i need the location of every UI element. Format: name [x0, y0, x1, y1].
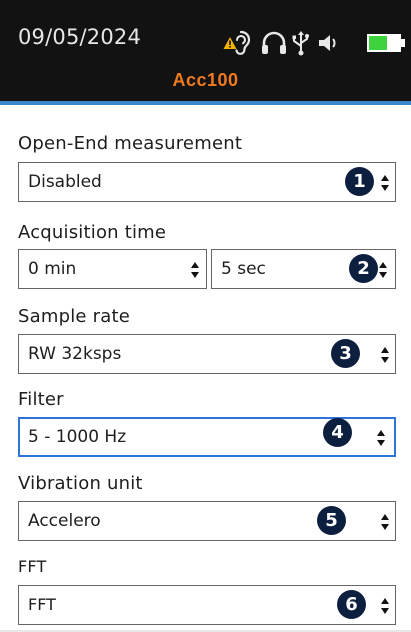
vibration-unit-select[interactable]: Accelero 5 — [18, 501, 396, 541]
chevron-up-down-icon — [380, 595, 390, 617]
badge-4: 4 — [323, 418, 352, 447]
sample-rate-label: Sample rate — [18, 306, 130, 327]
acquisition-seconds-value: 5 sec — [221, 259, 266, 279]
chevron-up-down-icon — [380, 511, 390, 533]
acquisition-seconds-select[interactable]: 5 sec 2 — [211, 249, 396, 289]
acquisition-minutes-value: 0 min — [28, 259, 77, 279]
status-header: 09/05/2024 Acc100 — [0, 0, 411, 101]
fft-value: FFT — [28, 595, 56, 614]
speaker-icon — [316, 29, 342, 57]
open-end-label: Open-End measurement — [18, 133, 243, 154]
chevron-up-down-icon — [380, 172, 390, 194]
chevron-up-down-icon — [380, 344, 390, 366]
badge-2: 2 — [349, 254, 378, 283]
header-divider — [0, 101, 411, 105]
sample-rate-value: RW 32ksps — [28, 344, 122, 364]
fft-select[interactable]: FFT 6 — [18, 585, 396, 625]
badge-3: 3 — [331, 339, 360, 368]
badge-6: 6 — [337, 590, 366, 619]
acquisition-minutes-select[interactable]: 0 min — [18, 249, 207, 289]
hearing-warning-icon — [223, 29, 257, 57]
chevron-up-down-icon — [378, 259, 388, 281]
filter-select[interactable]: 5 - 1000 Hz 4 — [18, 417, 396, 457]
vibration-unit-value: Accelero — [28, 511, 101, 531]
fft-label: FFT — [18, 557, 47, 576]
badge-1: 1 — [345, 167, 374, 196]
page-title: Acc100 — [172, 70, 239, 90]
usb-icon — [290, 29, 312, 57]
chevron-up-down-icon — [190, 259, 200, 281]
device-screen: 09/05/2024 Acc100 Open-End measurement D… — [0, 0, 411, 632]
open-end-value: Disabled — [28, 172, 102, 192]
vibration-unit-label: Vibration unit — [18, 473, 143, 494]
sample-rate-select[interactable]: RW 32ksps 3 — [18, 334, 396, 374]
date-display: 09/05/2024 — [18, 25, 142, 49]
acquisition-time-label: Acquisition time — [18, 222, 167, 243]
badge-5: 5 — [317, 506, 346, 535]
filter-value: 5 - 1000 Hz — [28, 427, 127, 447]
filter-label: Filter — [18, 389, 64, 410]
chevron-up-down-icon — [376, 427, 386, 449]
open-end-select[interactable]: Disabled 1 — [18, 162, 396, 202]
headphones-icon — [260, 29, 288, 57]
battery-icon — [366, 29, 408, 57]
